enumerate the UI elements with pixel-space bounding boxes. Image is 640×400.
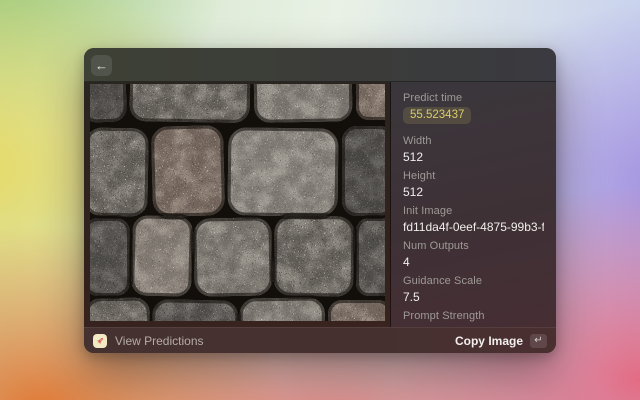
image-pane [84,82,390,327]
action-bar: View Predictions Copy Image ↵ [84,327,556,353]
metadata-item-height: Height 512 [403,170,544,199]
metadata-value: 512 [403,185,544,199]
prediction-detail-window: ← [84,48,556,353]
metadata-value: fd11da4f-0eef-4875-99b3-f4bf9a... [403,220,544,234]
rocket-icon [93,334,107,348]
copy-image-button[interactable]: Copy Image ↵ [455,334,547,348]
return-glyph: ↵ [534,336,542,346]
metadata-label: Width [403,135,544,148]
view-predictions-label: View Predictions [115,334,204,348]
metadata-item-prompt-strength: Prompt Strength 0.8 [403,310,544,327]
metadata-label: Predict time [403,92,544,105]
metadata-value: 4 [403,255,544,269]
metadata-panel: Predict time 55.523437 Width 512 Height … [391,82,556,327]
metadata-item-predict-time: Predict time 55.523437 [403,92,544,129]
content-area: Predict time 55.523437 Width 512 Height … [84,82,556,327]
metadata-value: 7.5 [403,290,544,304]
view-predictions-button[interactable]: View Predictions [93,334,455,348]
metadata-label: Guidance Scale [403,275,544,288]
metadata-label: Num Outputs [403,240,544,253]
metadata-item-num-outputs: Num Outputs 4 [403,240,544,269]
return-key-icon: ↵ [530,334,547,348]
metadata-label: Prompt Strength [403,310,544,323]
metadata-value: 512 [403,150,544,164]
predict-time-badge: 55.523437 [403,107,471,124]
arrow-left-icon: ← [95,59,108,72]
metadata-label: Height [403,170,544,183]
copy-image-label: Copy Image [455,334,523,348]
metadata-item-width: Width 512 [403,135,544,164]
window-header: ← [84,48,556,82]
metadata-label: Init Image [403,205,544,218]
prediction-image-cobblestones[interactable] [90,84,385,321]
back-button[interactable]: ← [91,55,112,76]
metadata-item-init-image: Init Image fd11da4f-0eef-4875-99b3-f4bf9… [403,205,544,234]
metadata-item-guidance-scale: Guidance Scale 7.5 [403,275,544,304]
